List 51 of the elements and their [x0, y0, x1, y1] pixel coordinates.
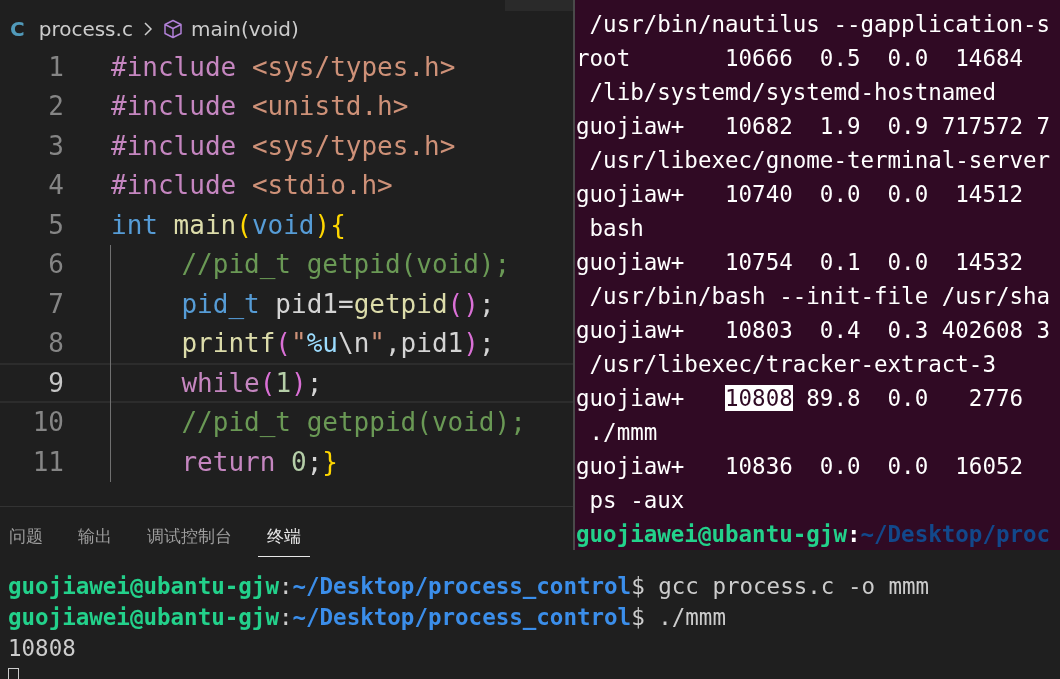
terminal-line: /usr/libexec/gnome-terminal-server	[588, 146, 1052, 175]
code-line: //pid_t getppid(void);	[181, 407, 526, 438]
code-line: while(1);	[181, 367, 323, 398]
terminal-line: /usr/bin/nautilus --gapplication-s	[588, 10, 1052, 39]
panel-tab[interactable]: 调试控制台	[138, 521, 241, 557]
code-line: int main(void){	[111, 209, 346, 240]
panel-tab[interactable]: 问题	[0, 521, 52, 557]
line-number: 5	[47, 209, 64, 240]
terminal-line: guojiaw+ 10803 0.4 0.3 402608 3	[575, 316, 1052, 345]
terminal-command-line: guojiawei@ubantu-gjw:~/Desktop/process_control$ ./mmm	[8, 603, 727, 632]
c-file-icon: C	[10, 17, 25, 41]
line-number: 8	[47, 328, 64, 359]
line-number: 4	[47, 170, 64, 201]
terminal-line: guojiaw+ 10808 89.8 0.0 2776	[575, 384, 1025, 413]
line-number: 9	[47, 367, 64, 398]
terminal-output: 10808	[8, 634, 77, 663]
panel-tab[interactable]: 终端	[258, 521, 310, 557]
code-line: printf("%u\n",pid1);	[181, 328, 495, 359]
terminal-line: guojiaw+ 10754 0.1 0.0 14532	[575, 248, 1025, 277]
panel-tab[interactable]: 输出	[69, 521, 121, 557]
breadcrumb-symbol[interactable]: main(void)	[190, 17, 299, 41]
terminal-line: ps -aux	[588, 486, 686, 515]
terminal-prompt: guojiawei@ubantu-gjw:~/Desktop/proc	[575, 520, 1052, 549]
cursor-icon	[8, 668, 19, 679]
line-number: 6	[47, 249, 64, 280]
chevron-right-icon	[142, 21, 153, 37]
terminal-line: guojiaw+ 10836 0.0 0.0 16052	[575, 452, 1025, 481]
code-line: //pid_t getpid(void);	[181, 249, 511, 280]
cube-icon	[162, 19, 183, 39]
line-number: 11	[31, 446, 64, 477]
line-number: 7	[47, 288, 64, 319]
terminal-line: /lib/systemd/systemd-hostnamed	[588, 78, 997, 107]
terminal-line: guojiaw+ 10740 0.0 0.0 14512	[575, 180, 1025, 209]
terminal-line: /usr/libexec/tracker-extract-3	[588, 350, 997, 379]
line-number: 2	[47, 91, 64, 122]
terminal-command-line: guojiawei@ubantu-gjw:~/Desktop/process_control$ gcc process.c -o mmm	[8, 572, 931, 601]
code-line: #include <sys/types.h>	[111, 51, 456, 82]
code-line: #include <unistd.h>	[111, 91, 409, 122]
terminal-line: /usr/bin/bash --init-file /usr/sha	[588, 282, 1052, 311]
terminal-line: guojiaw+ 10682 1.9 0.9 717572 7	[575, 112, 1052, 141]
code-line: #include <sys/types.h>	[111, 130, 456, 161]
line-number: 10	[31, 407, 64, 438]
breadcrumb-file[interactable]: process.c	[38, 17, 133, 41]
code-line: return 0;}	[181, 446, 338, 477]
line-number: 1	[47, 51, 64, 82]
terminal-line: bash	[588, 214, 645, 243]
code-line: pid_t pid1=getpid();	[181, 288, 495, 319]
terminal-line: root 10666 0.5 0.0 14684	[575, 44, 1025, 73]
line-number: 3	[47, 130, 64, 161]
code-line: #include <stdio.h>	[111, 170, 393, 201]
terminal-line: ./mmm	[588, 418, 659, 447]
